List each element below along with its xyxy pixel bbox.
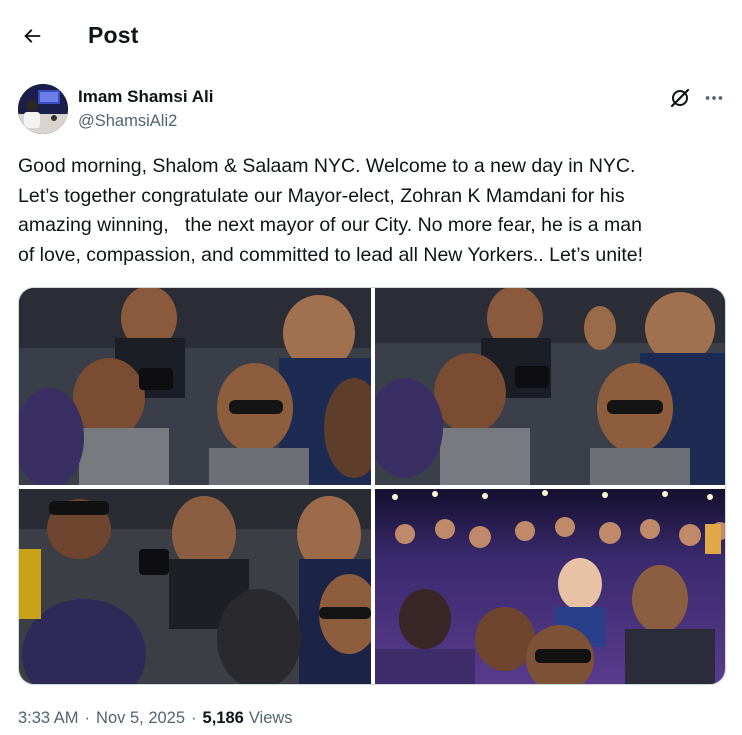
grok-slash-icon xyxy=(670,88,690,108)
media-grid xyxy=(18,287,726,685)
photo-1[interactable] xyxy=(19,288,371,485)
post-date[interactable]: Nov 5, 2025 xyxy=(96,709,185,728)
meta-separator: · xyxy=(84,709,91,727)
meta-separator: · xyxy=(191,709,197,727)
more-options-button[interactable] xyxy=(702,86,726,110)
photo-2[interactable] xyxy=(375,288,725,485)
post-header: Post xyxy=(0,0,742,72)
page-title: Post xyxy=(88,22,139,48)
views-label: Views xyxy=(248,709,293,727)
back-button[interactable] xyxy=(16,20,48,52)
author-name[interactable]: Imam Shamsi Ali xyxy=(78,87,213,107)
post-meta: 3:33 AM · Nov 5, 2025 · 5,186 Views xyxy=(18,709,293,728)
post-text: Good morning, Shalom & Salaam NYC. Welco… xyxy=(18,155,644,266)
post-author: Imam Shamsi Ali @ShamsiAli2 xyxy=(18,84,724,134)
post-time[interactable]: 3:33 AM xyxy=(18,709,79,728)
views-count: 5,186 xyxy=(202,709,244,727)
more-horizontal-icon xyxy=(705,96,723,100)
photo-4[interactable] xyxy=(375,489,725,684)
photo-3[interactable] xyxy=(19,489,371,684)
avatar[interactable] xyxy=(18,84,68,134)
author-handle[interactable]: @ShamsiAli2 xyxy=(78,112,177,131)
arrow-left-icon xyxy=(24,29,41,43)
grok-button[interactable] xyxy=(668,86,692,110)
